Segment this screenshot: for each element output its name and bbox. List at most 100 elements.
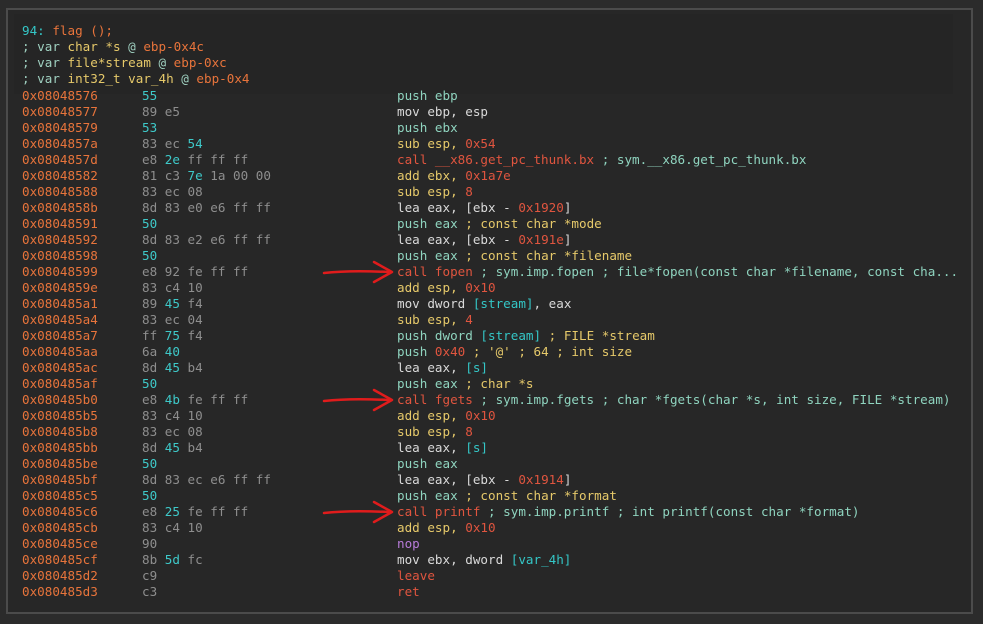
opcode-bytes: ff 75 f4 <box>142 328 203 344</box>
instruction-address[interactable]: 0x080485b5 <box>22 408 98 424</box>
opcode-byte: c9 <box>142 568 158 583</box>
disasm-row[interactable]: 0x080485c6 e8 25 fe ff ff call printf ; sy… <box>22 504 962 520</box>
disasm-row[interactable]: 0x080485bb 8d 45 b4 lea eax, [s] <box>22 440 962 456</box>
disasm-row[interactable]: 0x08048598 50 push eax ; const char *filen… <box>22 248 962 264</box>
disasm-row[interactable]: 0x080485ce 90 nop <box>22 536 962 552</box>
instruction-address[interactable]: 0x080485ce <box>22 536 98 552</box>
instruction-address[interactable]: 0x080485d3 <box>22 584 98 600</box>
disasm-row[interactable]: 0x080485aa 6a 40 push 0x40 ; '@' ; 64 ; in… <box>22 344 962 360</box>
instruction-address[interactable]: 0x08048591 <box>22 216 98 232</box>
instruction-address[interactable]: 0x08048592 <box>22 232 98 248</box>
instruction-token: 0x10 <box>465 520 496 535</box>
instruction-address[interactable]: 0x080485a7 <box>22 328 98 344</box>
disasm-row[interactable]: 0x080485a7 ff 75 f4 push dword [stream] ; … <box>22 328 962 344</box>
disasm-row[interactable]: 0x08048588 83 ec 08 sub esp, 8 <box>22 184 962 200</box>
instruction-address[interactable]: 0x080485bf <box>22 472 98 488</box>
opcode-bytes: e8 92 fe ff ff <box>142 264 248 280</box>
var-part: @ <box>150 55 174 70</box>
disasm-row[interactable]: 0x08048591 50 push eax ; const char *mode <box>22 216 962 232</box>
disasm-row[interactable]: 0x080485cb 83 c4 10 add esp, 0x10 <box>22 520 962 536</box>
disasm-row[interactable]: 0x080485b8 83 ec 08 sub esp, 8 <box>22 424 962 440</box>
instruction-address[interactable]: 0x0804857d <box>22 152 98 168</box>
disasm-row[interactable]: 0x08048576 55 push ebp <box>22 88 962 104</box>
disasm-row[interactable]: 0x08048599 e8 92 fe ff ff call fopen ; sym… <box>22 264 962 280</box>
instruction-address[interactable]: 0x080485be <box>22 456 98 472</box>
disasm-row[interactable]: 0x080485be 50 push eax <box>22 456 962 472</box>
instruction-token: lea eax, [ebx - <box>397 232 519 247</box>
instruction-text: call fopen ; sym.imp.fopen ; file*fopen(… <box>397 264 958 280</box>
opcode-byte: 83 ec 08 <box>142 424 203 439</box>
instruction-token: call __x86.get_pc_thunk.bx <box>397 152 595 167</box>
disasm-row[interactable]: 0x08048592 8d 83 e2 e6 ff ff lea eax, [ebx… <box>22 232 962 248</box>
instruction-address[interactable]: 0x08048582 <box>22 168 98 184</box>
instruction-address[interactable]: 0x080485c6 <box>22 504 98 520</box>
instruction-address[interactable]: 0x080485cf <box>22 552 98 568</box>
instruction-text: push dword [stream] ; FILE *stream <box>397 328 655 344</box>
disasm-row[interactable]: 0x0804857d e8 2e ff ff ff call __x86.get_p… <box>22 152 962 168</box>
instruction-token: lea eax, <box>397 440 466 455</box>
instruction-address[interactable]: 0x0804859e <box>22 280 98 296</box>
instruction-address[interactable]: 0x080485cb <box>22 520 98 536</box>
disasm-row[interactable]: 0x080485b5 83 c4 10 add esp, 0x10 <box>22 408 962 424</box>
instruction-token: ; FILE *stream <box>541 328 655 343</box>
disasm-row[interactable]: 0x08048582 81 c3 7e 1a 00 00 add ebx, 0x1a… <box>22 168 962 184</box>
instruction-address[interactable]: 0x080485b8 <box>22 424 98 440</box>
instruction-text: sub esp, 4 <box>397 312 473 328</box>
disasm-row[interactable]: 0x080485d2 c9 leave <box>22 568 962 584</box>
instruction-token: lea eax, [ebx - <box>397 472 519 487</box>
opcode-byte: 50 <box>142 488 158 503</box>
instruction-address[interactable]: 0x08048577 <box>22 104 98 120</box>
opcode-bytes: 8d 83 ec e6 ff ff <box>142 472 271 488</box>
instruction-token: [s] <box>465 360 488 375</box>
disasm-row[interactable]: 0x0804857a 83 ec 54 sub esp, 0x54 <box>22 136 962 152</box>
instruction-token: [var_4h] <box>510 552 572 567</box>
instruction-address[interactable]: 0x0804857a <box>22 136 98 152</box>
instruction-token: 0x10 <box>465 408 496 423</box>
opcode-bytes: 50 <box>142 248 157 264</box>
instruction-token: push eax <box>397 248 458 263</box>
instruction-address[interactable]: 0x080485d2 <box>22 568 98 584</box>
instruction-address[interactable]: 0x08048599 <box>22 264 98 280</box>
disasm-row[interactable]: 0x080485ac 8d 45 b4 lea eax, [s] <box>22 360 962 376</box>
instruction-address[interactable]: 0x08048576 <box>22 88 98 104</box>
instruction-address[interactable]: 0x080485c5 <box>22 488 98 504</box>
disasm-row[interactable]: 0x08048577 89 e5 mov ebp, esp <box>22 104 962 120</box>
disasm-row[interactable]: 0x080485bf 8d 83 ec e6 ff ff lea eax, [ebx… <box>22 472 962 488</box>
opcode-byte: ff ff ff <box>179 152 249 167</box>
instruction-token: ] <box>563 232 572 247</box>
disasm-row[interactable]: 0x0804858b 8d 83 e0 e6 ff ff lea eax, [ebx… <box>22 200 962 216</box>
opcode-bytes: 50 <box>142 216 157 232</box>
instruction-address[interactable]: 0x080485b0 <box>22 392 98 408</box>
instruction-address[interactable]: 0x0804858b <box>22 200 98 216</box>
instruction-text: call printf ; sym.imp.printf ; int print… <box>397 504 860 520</box>
opcode-byte: 83 ec 04 <box>142 312 203 327</box>
disasm-row[interactable]: 0x080485a4 83 ec 04 sub esp, 4 <box>22 312 962 328</box>
instruction-address[interactable]: 0x080485af <box>22 376 98 392</box>
instruction-address[interactable]: 0x08048579 <box>22 120 98 136</box>
instruction-token: 4 <box>465 312 473 327</box>
instruction-text: lea eax, [s] <box>397 440 488 456</box>
instruction-address[interactable]: 0x080485bb <box>22 440 98 456</box>
instruction-token: add esp, <box>397 408 466 423</box>
instruction-token: mov ebp, esp <box>397 104 488 119</box>
instruction-token: lea eax, [ebx - <box>397 200 519 215</box>
disasm-row[interactable]: 0x08048579 53 push ebx <box>22 120 962 136</box>
instruction-address[interactable]: 0x080485a1 <box>22 296 98 312</box>
disasm-row[interactable]: 0x0804859e 83 c4 10 add esp, 0x10 <box>22 280 962 296</box>
instruction-address[interactable]: 0x080485ac <box>22 360 98 376</box>
instruction-address[interactable]: 0x080485a4 <box>22 312 98 328</box>
instruction-address[interactable]: 0x08048598 <box>22 248 98 264</box>
instruction-text: mov ebp, esp <box>397 104 488 120</box>
disasm-row[interactable]: 0x080485cf 8b 5d fc mov ebx, dword [var_4h… <box>22 552 962 568</box>
instruction-address[interactable]: 0x08048588 <box>22 184 98 200</box>
opcode-byte: 50 <box>142 248 158 263</box>
disasm-row[interactable]: 0x080485b0 e8 4b fe ff ff call fgets ; sym… <box>22 392 962 408</box>
disasm-row[interactable]: 0x080485c5 50 push eax ; const char *forma… <box>22 488 962 504</box>
disasm-row[interactable]: 0x080485af 50 push eax ; char *s <box>22 376 962 392</box>
var-part: @ <box>173 71 197 86</box>
opcode-byte: 45 <box>164 360 180 375</box>
disasm-row[interactable]: 0x080485d3 c3 ret <box>22 584 962 600</box>
instruction-address[interactable]: 0x080485aa <box>22 344 98 360</box>
opcode-bytes: 6a 40 <box>142 344 180 360</box>
disasm-row[interactable]: 0x080485a1 89 45 f4 mov dword [stream], ea… <box>22 296 962 312</box>
